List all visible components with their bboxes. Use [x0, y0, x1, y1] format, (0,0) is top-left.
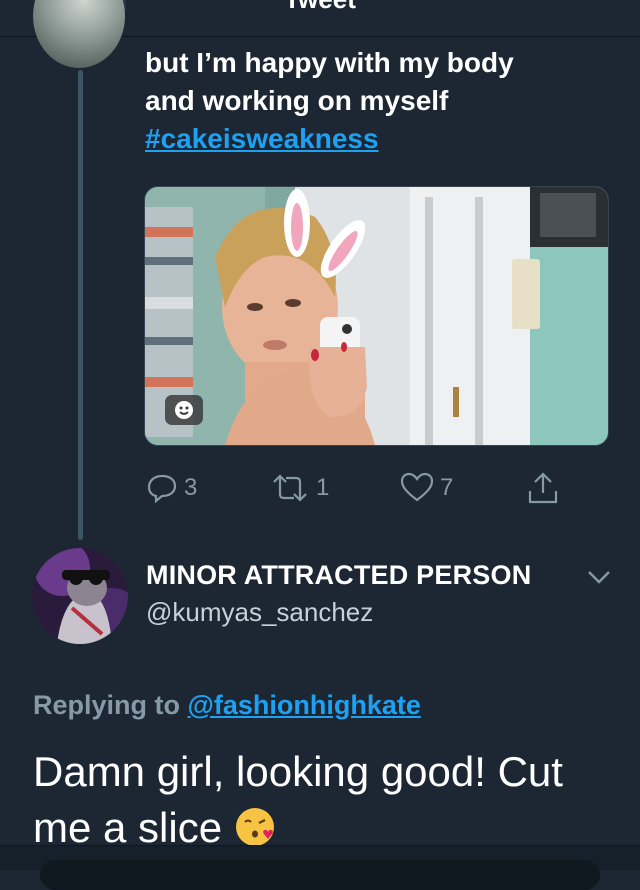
like-action[interactable]: 7: [400, 468, 453, 508]
avatar-image: [32, 548, 128, 644]
tweet-actions: 3 1 7: [146, 468, 606, 508]
bottom-bar: [0, 845, 640, 890]
sticker-button[interactable]: [165, 395, 203, 425]
share-icon: [528, 472, 558, 504]
reply-count: 3: [184, 474, 198, 501]
reply-text: Damn girl, looking good! Cut me a slice: [33, 744, 623, 856]
reply-body: Damn girl, looking good! Cut me a slice: [33, 748, 563, 851]
hashtag-link[interactable]: #cakeisweakness: [145, 123, 379, 154]
thread-line: [78, 70, 83, 540]
tweet-text-line: and working on myself: [145, 85, 449, 116]
chevron-down-icon[interactable]: [586, 568, 612, 586]
replying-to: Replying to @fashionhighkate: [33, 690, 421, 721]
retweet-icon: [273, 474, 307, 502]
kissing-face-emoji-icon: [235, 808, 274, 846]
reply-action[interactable]: 3: [146, 468, 197, 508]
reply-handle[interactable]: @kumyas_sanchez: [146, 597, 373, 628]
author-avatar[interactable]: [33, 0, 125, 68]
like-count: 7: [440, 474, 454, 501]
tweet-photo[interactable]: [144, 186, 609, 446]
reply-display-name[interactable]: MINOR ATTRACTED PERSON: [146, 560, 531, 591]
photo-image: [145, 187, 608, 445]
retweet-action[interactable]: 1: [270, 468, 329, 508]
share-action[interactable]: [526, 468, 560, 508]
retweet-count: 1: [316, 474, 330, 501]
reply-author-avatar[interactable]: [32, 548, 128, 644]
heart-icon: [400, 472, 434, 502]
tweet-text: but I’m happy with my body and working o…: [145, 44, 605, 158]
tweet-text-line: but I’m happy with my body: [145, 47, 514, 78]
replying-to-label: Replying to: [33, 690, 180, 720]
replying-to-link[interactable]: @fashionhighkate: [188, 690, 421, 720]
reply-icon: [147, 474, 177, 504]
reply-compose-bar[interactable]: [40, 860, 600, 890]
sticker-icon: [175, 401, 193, 419]
